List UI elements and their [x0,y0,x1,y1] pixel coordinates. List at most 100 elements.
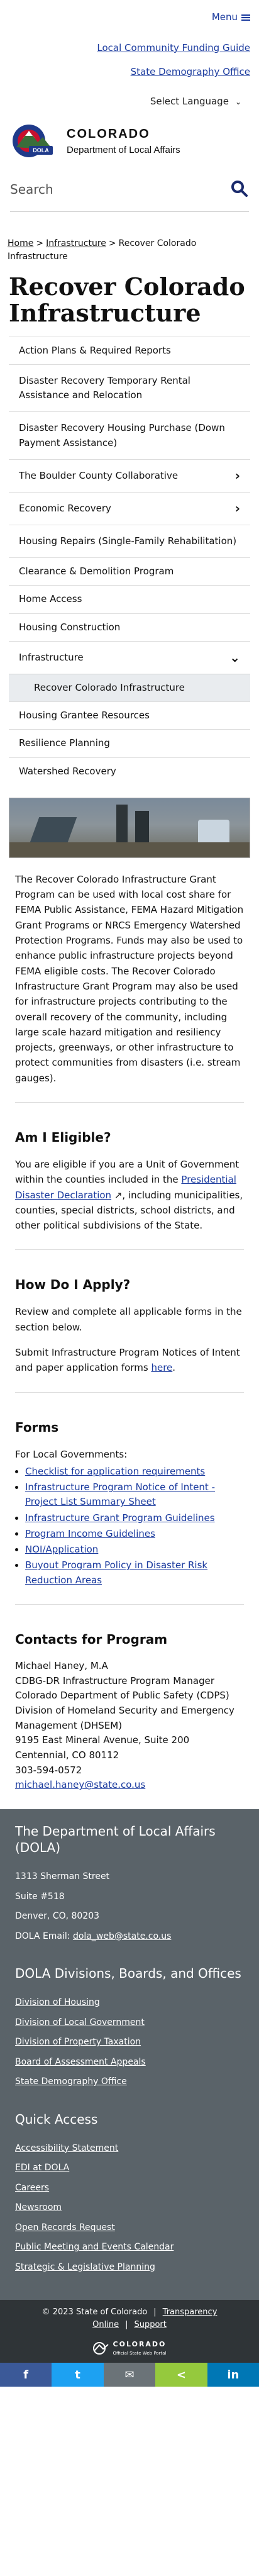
breadcrumb-infrastructure[interactable]: Infrastructure [46,238,106,248]
sidenav-item-housing-construction[interactable]: Housing Construction [9,613,250,641]
share-icon[interactable]: < [155,2363,207,2387]
divider [15,1603,244,1605]
forms-list: Checklist for application requirements In… [0,1464,259,1588]
sidenav-item-disaster-recovery-housing-purchase-down-payment-assistance[interactable]: Disaster Recovery Housing Purchase (Down… [9,411,250,459]
sidenav-item-watershed-recovery[interactable]: Watershed Recovery [9,757,250,785]
utility-link-funding-guide[interactable]: Local Community Funding Guide [9,36,250,60]
form-link-noi-application[interactable]: NOI/Application [25,1544,98,1555]
quick-access-list: Accessibility Statement EDI at DOLA Career… [15,2139,244,2278]
sidenav-item-economic-recovery[interactable]: Economic Recovery › [9,491,250,525]
external-link-icon: ↗ [111,1189,123,1201]
language-select[interactable]: Select Language ⌄ [150,94,241,109]
svg-text:DOLA: DOLA [33,147,49,153]
footer-link-open-records-request[interactable]: Open Records Request [15,2218,244,2238]
form-link-infrastructure-grant-program-guidelines[interactable]: Infrastructure Grant Program Guidelines [25,1512,215,1524]
divisions-heading: DOLA Divisions, Boards, and Offices [15,1966,241,1982]
sidenav-item-recover-colorado-infrastructure[interactable]: Recover Colorado Infrastructure [9,673,250,702]
search-input[interactable] [10,182,230,197]
intro-paragraph: The Recover Colorado Infrastructure Gran… [15,873,244,1084]
search-icon [231,181,248,197]
list-item: Checklist for application requirements [25,1464,244,1479]
sidenav-item-label: Home Access [19,593,82,605]
sidenav-item-label: Disaster Recovery Housing Purchase (Down… [19,422,225,449]
menu-button[interactable]: Menu [212,10,250,25]
chevron-down-icon[interactable]: ⌄ [223,648,240,667]
footer-link-division-of-property-taxation[interactable]: Division of Property Taxation [15,2032,244,2053]
list-item: Infrastructure Grant Program Guidelines [25,1511,244,1525]
chevron-right-icon[interactable]: › [229,499,240,518]
linkedin-icon[interactable]: in [207,2363,259,2387]
site-header: Menu Local Community Funding Guide State… [0,0,259,212]
utility-bar: Menu Local Community Funding Guide State… [0,0,259,117]
footer-link-board-of-assessment-appeals[interactable]: Board of Assessment Appeals [15,2053,244,2073]
contact-block: Michael Haney, M.A CDBG-DR Infrastructure… [0,1659,259,1793]
footer-link-edi-at-dola[interactable]: EDI at DOLA [15,2158,244,2178]
footer-link-accessibility-statement[interactable]: Accessibility Statement [15,2139,244,2159]
breadcrumb: Home > Infrastructure > Recover Colorado Inf… [8,238,197,262]
facebook-icon[interactable]: f [0,2363,52,2387]
list-item: NOI/Application [25,1542,244,1557]
page-title: Recover Colorado Infrastructure [9,272,245,327]
sidenav-item-label: Recover Colorado Infrastructure [34,681,185,693]
sidenav-item-disaster-recovery-temporary-rental-assistance-and-relocation[interactable]: Disaster Recovery Temporary Rental Assis… [9,364,250,412]
sidenav-item-the-boulder-county-collaborative[interactable]: The Boulder County Collaborative › [9,459,250,492]
sidenav-item-label: Housing Construction [19,621,121,633]
form-link-buyout-program-policy-in-disaster-risk-reduction-areas[interactable]: Buyout Program Policy in Disaster Risk R… [25,1559,207,1585]
bottom-bar: © 2023 State of Colorado | Transparency On… [0,2300,259,2363]
brand-state: COLORADO [67,126,150,141]
eligible-heading: Am I Eligible? [15,1130,111,1145]
sidenav-item-resilience-planning[interactable]: Resilience Planning [9,729,250,757]
copyright: © 2023 State of Colorado [41,2307,148,2317]
sidenav-item-label: The Boulder County Collaborative [19,469,179,481]
chevron-down-icon: ⌄ [234,97,241,106]
footer-link-division-of-local-government[interactable]: Division of Local Government [15,2013,244,2033]
footer-link-division-of-housing[interactable]: Division of Housing [15,1993,244,2013]
chevron-right-icon[interactable]: › [229,466,240,486]
section-nav: Action Plans & Required Reports Disaster … [9,336,250,785]
form-link-checklist-for-application-requirements[interactable]: Checklist for application requirements [25,1466,205,1477]
twitter-icon[interactable]: t [52,2363,104,2387]
eligible-paragraph: You are eligible if you are a Unit of Go… [15,1159,243,1232]
divider [15,1249,244,1251]
footer-link-public-meeting-and-events-calendar[interactable]: Public Meeting and Events Calendar [15,2238,244,2258]
share-bar: f t ✉ < in [0,2363,259,2387]
sidenav-item-clearance-demolition-program[interactable]: Clearance & Demolition Program [9,557,250,585]
search-bar [10,174,249,212]
utility-link-demography[interactable]: State Demography Office [9,60,250,84]
sidenav-item-label: Action Plans & Required Reports [19,344,171,356]
divisions-list: Division of Housing Division of Local Gov… [15,1993,244,2092]
sidenav-item-housing-grantee-resources[interactable]: Housing Grantee Resources [9,701,250,729]
apply-paragraph-1: Review and complete all applicable forms… [15,1306,242,1333]
sidenav-item-housing-repairs-single-family-rehabilitation[interactable]: Housing Repairs (Single-Family Rehabilit… [9,524,250,557]
search-button[interactable] [230,180,249,199]
divider [15,1102,244,1103]
form-link-infrastructure-program-notice-of-intent-project-list-summary-sheet[interactable]: Infrastructure Program Notice of Intent … [25,1481,215,1507]
support-link[interactable]: Support [134,2320,166,2329]
contact-line: Division of Homeland Security and Emerge… [15,1705,234,1731]
form-link-program-income-guidelines[interactable]: Program Income Guidelines [25,1528,155,1539]
sidenav-item-home-access[interactable]: Home Access [9,585,250,613]
footer-link-state-demography-office[interactable]: State Demography Office [15,2072,244,2092]
sidenav-item-label: Disaster Recovery Temporary Rental Assis… [19,374,190,401]
sidenav-item-label: Housing Grantee Resources [19,710,150,722]
sidenav-item-action-plans-required-reports[interactable]: Action Plans & Required Reports [9,336,250,364]
colorado-portal-logo[interactable]: COLORADO Official State Web Portal [10,2339,249,2356]
quick-access-heading: Quick Access [15,2111,98,2127]
breadcrumb-home[interactable]: Home [8,238,33,248]
sidenav-item-infrastructure[interactable]: Infrastructure ⌄ [9,640,250,674]
apply-paragraph-2: Submit Infrastructure Program Notices of… [15,1347,240,1374]
sidenav-item-label: Resilience Planning [19,737,110,749]
brand[interactable]: DOLA COLORADO Department of Local Affair… [0,117,259,169]
divider [15,1391,244,1393]
email-icon[interactable]: ✉ [103,2363,156,2387]
footer-email-link[interactable]: dola_web@state.co.us [73,1931,171,1941]
contact-line: CDBG-DR Infrastructure Program Manager [15,1675,215,1687]
contact-email-link[interactable]: michael.haney@state.co.us [15,1779,145,1790]
footer-link-strategic-legislative-planning[interactable]: Strategic & Legislative Planning [15,2258,244,2278]
footer-link-newsroom[interactable]: Newsroom [15,2198,244,2218]
forms-intro: For Local Governments: [15,1448,128,1460]
footer-link-careers[interactable]: Careers [15,2178,244,2199]
contact-line: Michael Haney, M.A [15,1659,108,1671]
apply-here-link[interactable]: here [151,1362,172,1373]
menu-label: Menu [211,11,238,23]
